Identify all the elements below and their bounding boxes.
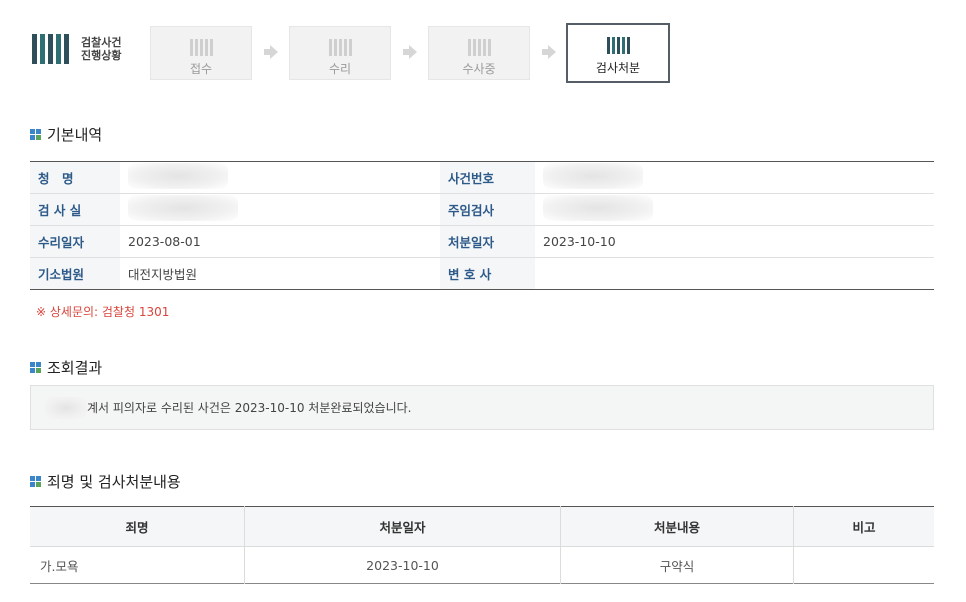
table-row: 청 명 사건번호 bbox=[30, 161, 934, 194]
step-reception: 접수 bbox=[150, 26, 252, 80]
section-square-icon bbox=[30, 362, 41, 373]
section-basic-title: 기본내역 bbox=[30, 124, 102, 145]
cell-charge: 가.모욕 bbox=[40, 558, 79, 574]
header-remark: 비고 bbox=[793, 506, 934, 547]
result-box: 계서 피의자로 수리된 사건은 2023-10-10 처분완료되었습니다. bbox=[30, 385, 934, 430]
value-lead-prosecutor bbox=[535, 193, 934, 226]
value-acceptance-date: 2023-08-01 bbox=[120, 225, 440, 258]
arrow-right-icon bbox=[264, 45, 278, 59]
cell-disposition-content: 구약식 bbox=[560, 546, 794, 584]
step-label: 검사처분 bbox=[595, 61, 641, 75]
label-case-number: 사건번호 bbox=[440, 161, 535, 194]
logo-line2: 진행상황 bbox=[81, 49, 122, 62]
table-row: 가.모욕 2023-10-10 구약식 bbox=[30, 546, 934, 584]
value-prosecutor-office bbox=[120, 193, 440, 226]
logo-line1: 검찰사건 bbox=[81, 36, 122, 49]
cell-disposition-date: 2023-10-10 bbox=[244, 546, 561, 584]
arrow-right-icon bbox=[542, 45, 556, 59]
cell-remark bbox=[793, 546, 934, 584]
header-disposition-date: 처분일자 bbox=[244, 506, 561, 547]
table-row: 수리일자 2023-08-01 처분일자 2023-10-10 bbox=[30, 225, 934, 258]
label-disposition-date: 처분일자 bbox=[440, 225, 535, 258]
logo-text: 검찰사건 진행상황 bbox=[81, 36, 121, 62]
redacted-block bbox=[128, 195, 238, 221]
disposition-table: 죄명 처분일자 처분내용 비고 가.모욕 2023-10-10 구약식 bbox=[30, 506, 934, 584]
section-square-icon bbox=[30, 476, 41, 487]
section-title-text: 죄명 및 검사처분내용 bbox=[47, 473, 181, 491]
step-label: 수사중 bbox=[462, 62, 496, 76]
label-name: 청 명 bbox=[30, 161, 120, 194]
section-disposition-title: 죄명 및 검사처분내용 bbox=[30, 471, 181, 492]
value-disposition-date: 2023-10-10 bbox=[535, 225, 934, 258]
value-court: 대전지방법원 bbox=[128, 267, 198, 282]
step-label: 수리 bbox=[328, 62, 352, 76]
value-lawyer bbox=[535, 258, 934, 290]
section-title-text: 조회결과 bbox=[47, 359, 103, 377]
section-square-icon bbox=[30, 129, 41, 140]
step-bars-icon bbox=[568, 37, 668, 54]
step-bars-icon bbox=[290, 39, 390, 56]
table-header-row: 죄명 처분일자 처분내용 비고 bbox=[30, 506, 934, 547]
label-court: 기소법원 bbox=[30, 257, 120, 290]
result-text: 계서 피의자로 수리된 사건은 2023-10-10 처분완료되었습니다. bbox=[87, 401, 412, 415]
redacted-block bbox=[543, 163, 643, 189]
section-title-text: 기본내역 bbox=[47, 126, 103, 144]
basic-info-table: 청 명 사건번호 검 사 실 주임검사 수리일자 2023-08-01 처분일자… bbox=[30, 161, 934, 290]
case-status-logo: 검찰사건 진행상황 bbox=[32, 34, 121, 64]
label-prosecutor-office: 검 사 실 bbox=[30, 193, 120, 226]
value-name bbox=[120, 161, 440, 194]
section-result-title: 조회결과 bbox=[30, 357, 102, 378]
label-lawyer: 변 호 사 bbox=[440, 257, 535, 290]
logo-bars-icon bbox=[32, 34, 69, 64]
table-row: 기소법원 대전지방법원 변 호 사 bbox=[30, 257, 934, 290]
value-case-number bbox=[535, 161, 934, 194]
step-bars-icon bbox=[429, 39, 529, 56]
redacted-block bbox=[543, 195, 653, 221]
header-charge: 죄명 bbox=[30, 506, 245, 547]
label-acceptance-date: 수리일자 bbox=[30, 225, 120, 258]
label-lead-prosecutor: 주임검사 bbox=[440, 193, 535, 226]
redacted-block bbox=[45, 396, 87, 419]
step-prosecutor-disposition: 검사처분 bbox=[566, 23, 670, 83]
inquiry-note: ※ 상세문의: 검찰청 1301 bbox=[36, 305, 170, 319]
table-row: 검 사 실 주임검사 bbox=[30, 193, 934, 226]
arrow-right-icon bbox=[403, 45, 417, 59]
header-disposition-content: 처분내용 bbox=[560, 506, 794, 547]
step-label: 접수 bbox=[189, 62, 213, 76]
redacted-block bbox=[128, 163, 228, 189]
step-investigation: 수사중 bbox=[428, 26, 530, 80]
step-bars-icon bbox=[151, 39, 251, 56]
step-acceptance: 수리 bbox=[289, 26, 391, 80]
